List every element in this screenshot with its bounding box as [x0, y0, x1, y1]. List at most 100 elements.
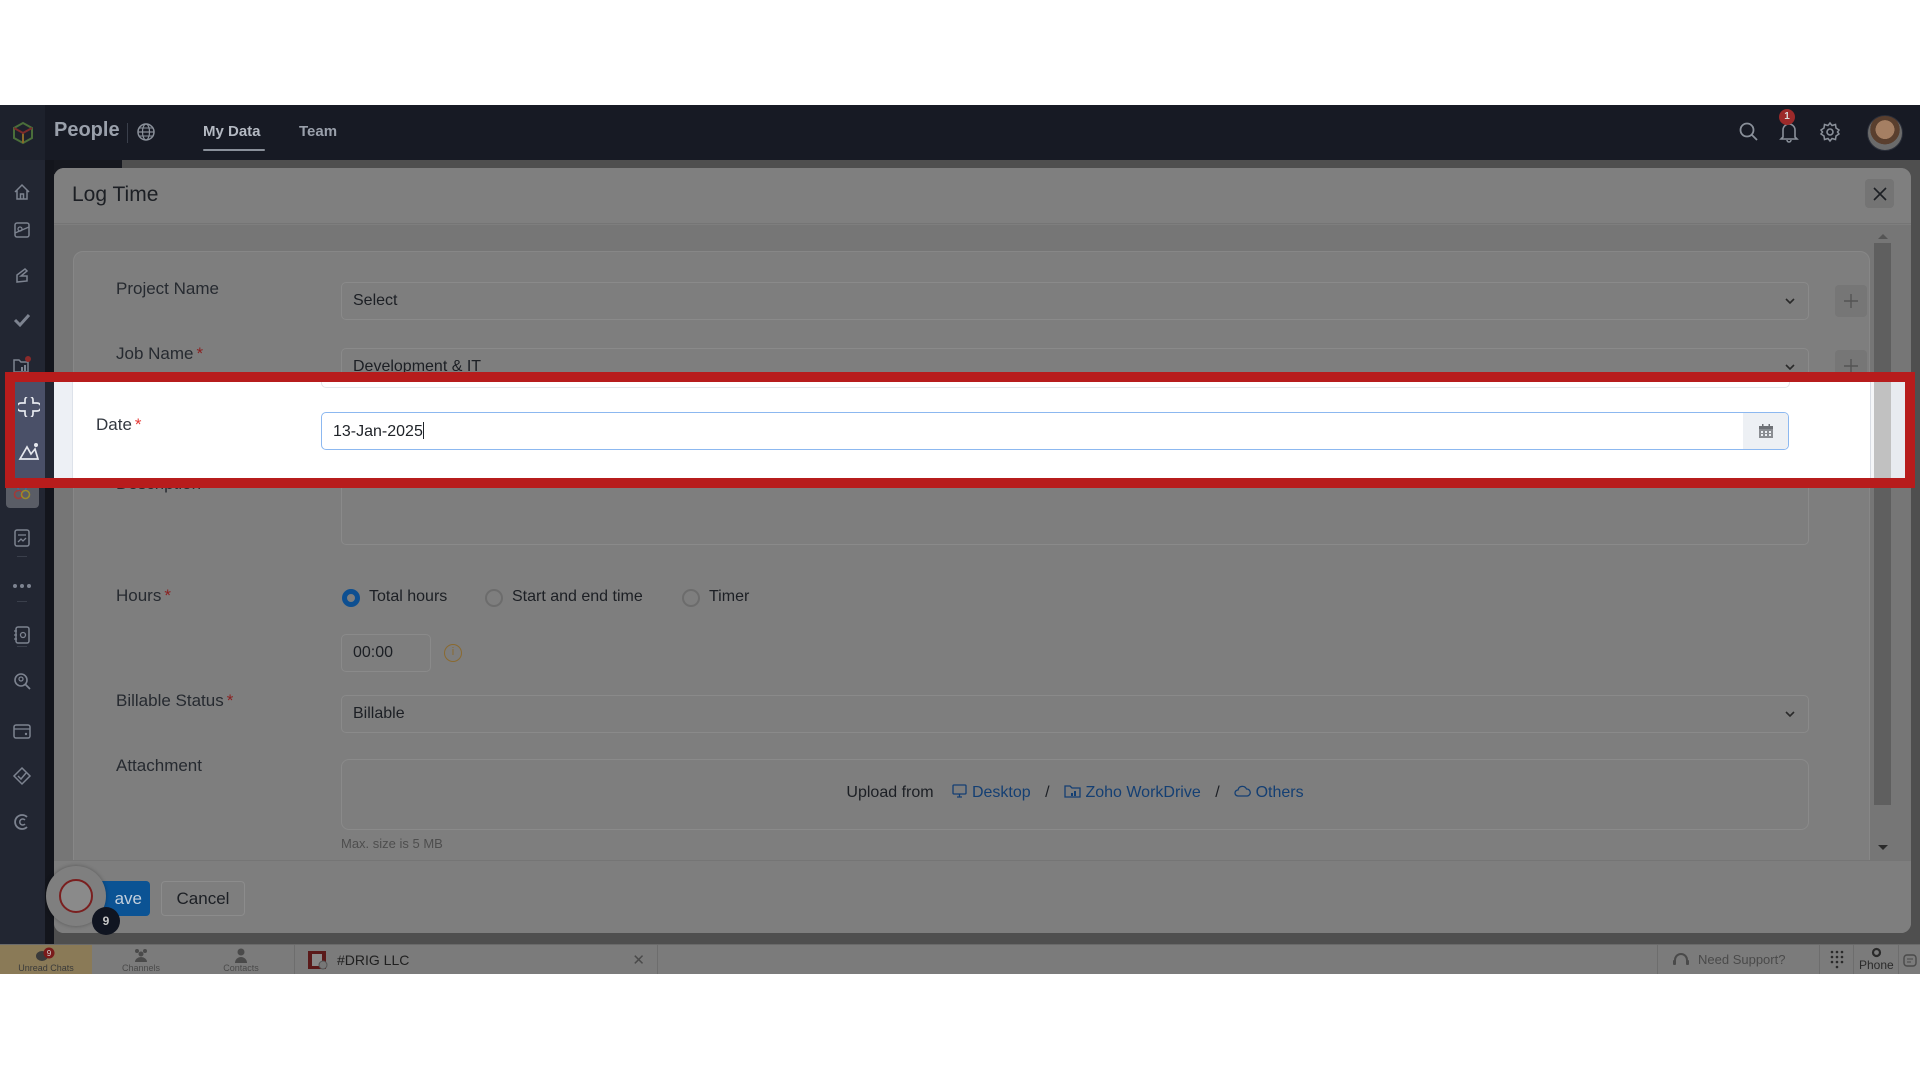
- radio-label-start-end-time[interactable]: Start and end time: [512, 588, 643, 606]
- attachment-size-hint: Max. size is 5 MB: [341, 836, 443, 851]
- log-time-form: Project Name Select Job Name * Developmen…: [73, 251, 1870, 891]
- phone-settings-button[interactable]: Phone: [1853, 945, 1898, 974]
- divider: [17, 556, 27, 557]
- calendar-button[interactable]: [1743, 413, 1788, 449]
- tasks-icon[interactable]: [10, 764, 34, 788]
- date-input[interactable]: 13-Jan-2025: [321, 412, 1789, 450]
- upload-options: Upload from Desktop / Zoho WorkDrive / O…: [342, 784, 1808, 802]
- log-time-modal: Log Time Project Name Select Job Name*: [54, 168, 1911, 933]
- search-icon[interactable]: [1738, 121, 1760, 143]
- dialpad-icon: [1830, 950, 1844, 969]
- upload-workdrive-link[interactable]: Zoho WorkDrive: [1085, 784, 1200, 801]
- need-support-button[interactable]: Need Support?: [1657, 945, 1819, 974]
- text-caret: [422, 422, 424, 439]
- attachment-dropzone[interactable]: Upload from Desktop / Zoho WorkDrive / O…: [341, 759, 1809, 830]
- billable-status-select[interactable]: Billable: [341, 695, 1809, 733]
- project-name-select[interactable]: Select: [341, 282, 1809, 320]
- separator: /: [1215, 784, 1220, 801]
- chat-unread-badge: 9: [92, 907, 120, 935]
- job-name-label: Job Name *: [116, 344, 204, 363]
- upload-others-link[interactable]: Others: [1256, 784, 1304, 801]
- upload-from-text: Upload from: [846, 784, 934, 801]
- attachment-label: Attachment: [116, 756, 202, 775]
- notification-badge: 1: [1779, 109, 1795, 125]
- channels-icon: [92, 947, 190, 963]
- divider: [127, 123, 128, 143]
- home-icon[interactable]: [10, 180, 34, 204]
- active-tab-indicator: [203, 149, 265, 151]
- divider: [17, 601, 27, 602]
- scroll-up-arrow[interactable]: [1878, 234, 1888, 239]
- unread-chats-label: Unread Chats: [18, 963, 74, 973]
- app-title: People: [54, 119, 120, 141]
- radio-total-hours[interactable]: [342, 589, 360, 607]
- approvals-check-icon[interactable]: [10, 308, 34, 332]
- profile-card-icon[interactable]: [10, 218, 34, 242]
- billable-status-label: Billable Status *: [116, 691, 234, 710]
- hours-value: 00:00: [353, 644, 394, 661]
- sidebar-shadow: [45, 160, 54, 944]
- channels-tab[interactable]: Channels: [92, 945, 190, 974]
- contact-person-icon: [190, 947, 292, 963]
- cloud-icon: [1234, 785, 1252, 797]
- need-support-label: Need Support?: [1698, 952, 1786, 967]
- workdrive-folder-icon: [1064, 785, 1081, 798]
- chat-widget-logo: [59, 879, 93, 913]
- open-chat-name: #DRIG LLC: [337, 952, 410, 968]
- phone-label: Phone: [1859, 958, 1894, 972]
- bottom-chat-bar: 9 Unread Chats Channels Contacts #DRIG L…: [0, 944, 1920, 974]
- cases-icon[interactable]: [10, 810, 34, 834]
- scroll-down-arrow[interactable]: [1878, 845, 1888, 850]
- close-chat-tab-icon[interactable]: ✕: [632, 951, 645, 969]
- radio-timer[interactable]: [682, 589, 700, 607]
- channels-label: Channels: [121, 963, 161, 973]
- contacts-tab[interactable]: Contacts: [190, 945, 292, 974]
- chat-list-button[interactable]: [1898, 945, 1920, 974]
- unread-badge: 9: [47, 949, 52, 958]
- cancel-button[interactable]: Cancel: [161, 881, 245, 916]
- gear-icon[interactable]: [1819, 121, 1841, 143]
- forms-icon[interactable]: [10, 526, 34, 550]
- app-window: People My Data Team 1 Log Time Project N…: [0, 105, 1920, 974]
- zoho-people-logo-icon: [12, 121, 33, 144]
- drig-logo-icon: [308, 951, 328, 970]
- modal-footer: ave Cancel: [54, 860, 1911, 933]
- globe-icon[interactable]: [136, 122, 156, 142]
- chat-bubbles-icon: 9: [0, 947, 92, 963]
- radio-label-timer[interactable]: Timer: [709, 588, 749, 606]
- date-value: 13-Jan-2025: [333, 422, 424, 440]
- chat-list-icon: [1903, 954, 1917, 967]
- wallet-icon[interactable]: [10, 719, 34, 743]
- close-button[interactable]: [1865, 179, 1894, 208]
- add-project-button[interactable]: [1835, 285, 1867, 317]
- modal-body: Project Name Select Job Name * Developmen…: [54, 225, 1911, 891]
- plus-icon: [1844, 294, 1858, 308]
- tab-team[interactable]: Team: [299, 123, 337, 140]
- tab-my-data[interactable]: My Data: [203, 123, 261, 140]
- modal-title: Log Time: [72, 183, 159, 206]
- chevron-down-icon: [1785, 711, 1795, 718]
- radio-label-total-hours[interactable]: Total hours: [369, 588, 447, 606]
- leave-icon[interactable]: [10, 263, 34, 287]
- radio-start-end-time[interactable]: [485, 589, 503, 607]
- separator: /: [1045, 784, 1050, 801]
- user-avatar[interactable]: [1867, 115, 1903, 151]
- info-icon[interactable]: i: [444, 644, 462, 662]
- open-chat-tab[interactable]: #DRIG LLC ✕: [294, 945, 658, 974]
- calendar-icon: [1758, 424, 1773, 438]
- more-icon[interactable]: [10, 574, 34, 598]
- scrollbar-thumb[interactable]: [1874, 243, 1891, 805]
- contacts-book-icon[interactable]: [10, 623, 34, 647]
- close-icon: [1872, 186, 1887, 201]
- headset-icon: [1673, 953, 1689, 965]
- upload-desktop-link[interactable]: Desktop: [972, 784, 1031, 801]
- hours-input[interactable]: 00:00: [341, 634, 431, 672]
- search-people-icon[interactable]: [10, 669, 34, 693]
- left-sidebar: [0, 160, 45, 944]
- app-logo[interactable]: [0, 105, 45, 160]
- project-name-label: Project Name: [116, 279, 219, 298]
- unread-chats-tab[interactable]: 9 Unread Chats: [0, 945, 92, 974]
- dialpad-button[interactable]: [1819, 945, 1853, 974]
- hours-label: Hours *: [116, 586, 171, 605]
- desktop-icon: [952, 784, 968, 798]
